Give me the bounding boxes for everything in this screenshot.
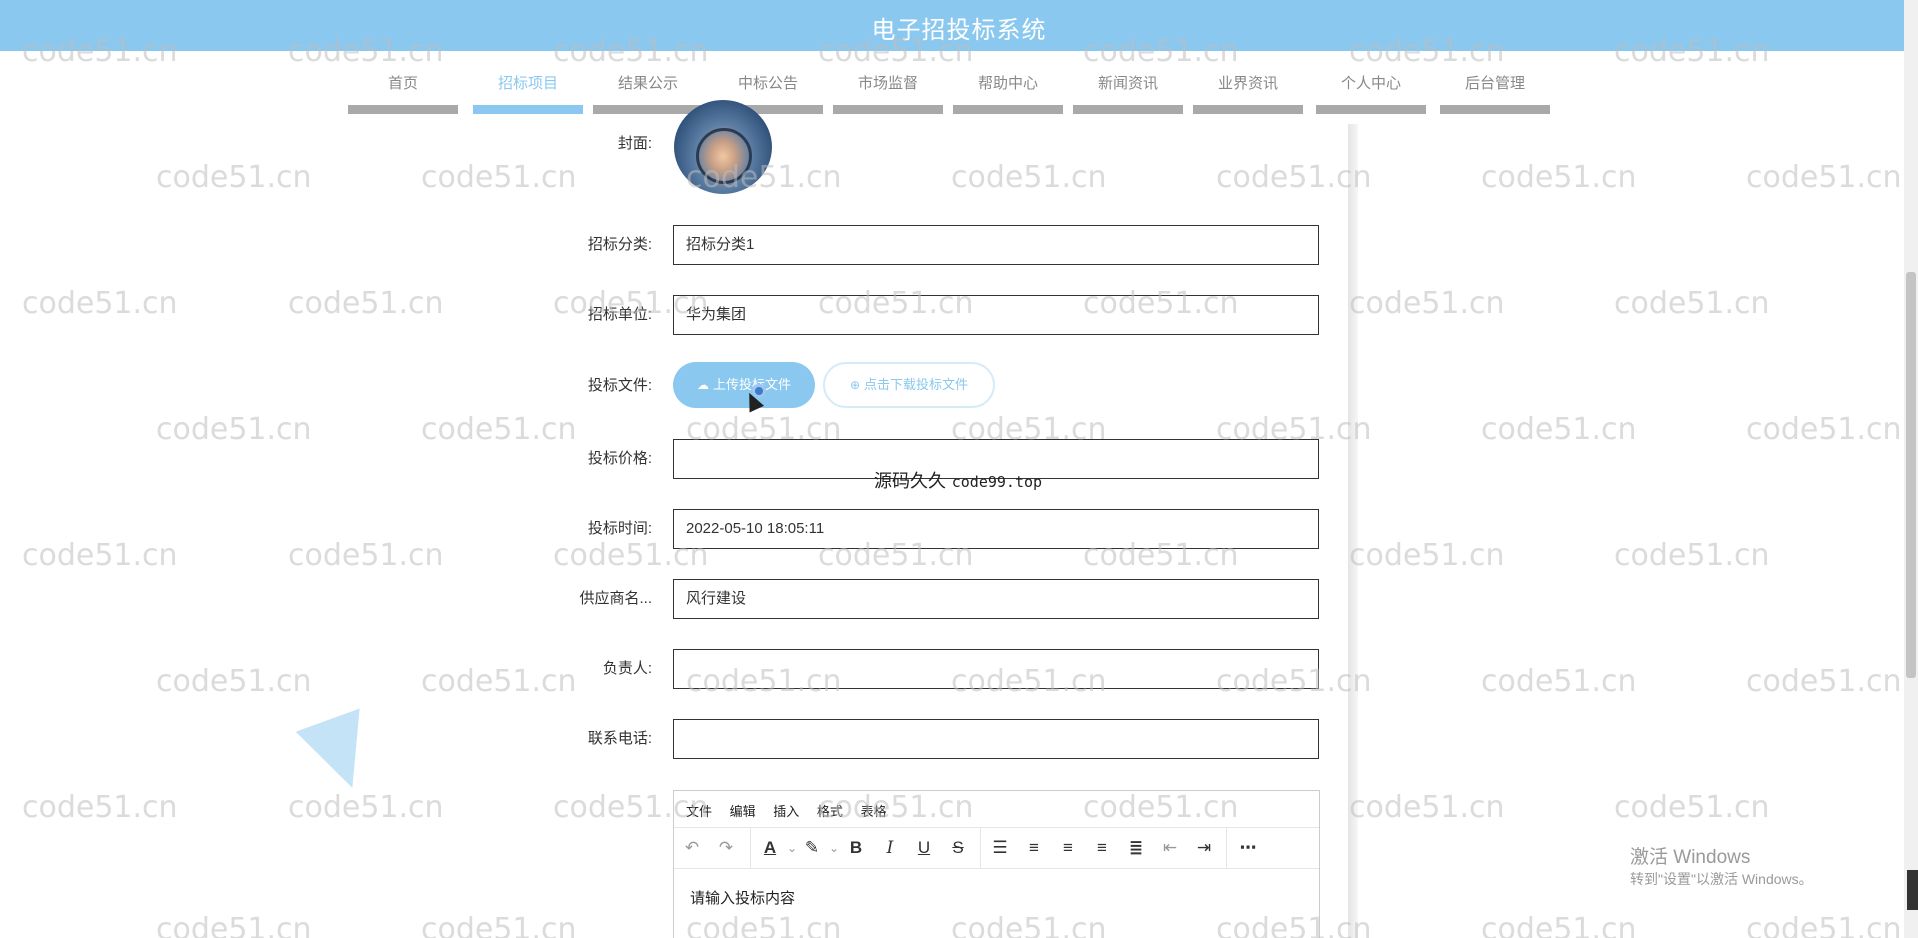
watermark: code51.cn bbox=[1746, 912, 1902, 938]
app-title: 电子招投标系统 bbox=[871, 17, 1047, 44]
text-color-icon[interactable]: A bbox=[758, 836, 782, 860]
editor-menu-table[interactable]: 表格 bbox=[861, 804, 887, 819]
form-row-bid-file: 投标文件: ☁ 上传投标文件 ⊕ 点击下载投标文件 bbox=[540, 362, 1320, 408]
editor-menu-format[interactable]: 格式 bbox=[817, 804, 843, 819]
editor-content[interactable]: 请输入投标内容 bbox=[690, 887, 795, 908]
nav-item-bid-projects[interactable]: 招标项目 bbox=[473, 72, 583, 114]
nav-item-market-supervision[interactable]: 市场监督 bbox=[833, 72, 943, 114]
indent-icon[interactable]: ⇥ bbox=[1192, 836, 1216, 860]
form-row-unit: 招标单位: 华为集团 bbox=[540, 295, 1320, 335]
editor-menu-file[interactable]: 文件 bbox=[686, 804, 712, 819]
watermark: code51.cn bbox=[156, 912, 312, 938]
form-row-phone: 联系电话: bbox=[540, 719, 1320, 759]
form-row-cover: 封面: bbox=[540, 124, 1320, 164]
watermark: code51.cn bbox=[951, 160, 1107, 195]
overlay-caption: 源码久久 code99.top bbox=[874, 471, 1043, 492]
more-icon[interactable]: ⋯ bbox=[1236, 836, 1260, 860]
category-field[interactable]: 招标分类1 bbox=[673, 225, 1319, 265]
download-bid-file-button[interactable]: ⊕ 点击下载投标文件 bbox=[823, 362, 995, 408]
nav-item-personal-center[interactable]: 个人中心 bbox=[1316, 72, 1426, 114]
watermark: code51.cn bbox=[421, 160, 577, 195]
watermark: code51.cn bbox=[1746, 412, 1902, 447]
panel-divider bbox=[1348, 124, 1358, 938]
watermark: code51.cn bbox=[1746, 664, 1902, 699]
price-label: 投标价格: bbox=[587, 450, 652, 467]
outdent-icon[interactable]: ⇤ bbox=[1158, 836, 1182, 860]
watermark: code51.cn bbox=[22, 790, 178, 825]
watermark: code51.cn bbox=[1614, 286, 1770, 321]
italic-icon[interactable]: I bbox=[878, 836, 902, 860]
editor-menu-edit[interactable]: 编辑 bbox=[730, 804, 756, 819]
watermark: code51.cn bbox=[288, 286, 444, 321]
cover-image[interactable] bbox=[674, 100, 772, 194]
form-row-category: 招标分类: 招标分类1 bbox=[540, 225, 1320, 265]
watermark: code51.cn bbox=[421, 912, 577, 938]
form-row-owner: 负责人: bbox=[540, 649, 1320, 689]
watermark: code51.cn bbox=[1349, 790, 1505, 825]
watermark: code51.cn bbox=[1614, 538, 1770, 573]
download-icon: ⊕ bbox=[849, 378, 861, 392]
list-icon[interactable]: ☰ bbox=[988, 836, 1012, 860]
supplier-label: 供应商名... bbox=[579, 590, 652, 607]
owner-label: 负责人: bbox=[602, 660, 652, 677]
strikethrough-icon[interactable]: S bbox=[946, 836, 970, 860]
align-center-icon[interactable]: ≡ bbox=[1056, 836, 1080, 860]
editor-menu-insert[interactable]: 插入 bbox=[773, 804, 799, 819]
supplier-field[interactable]: 风行建设 bbox=[673, 579, 1319, 619]
bold-icon[interactable]: B bbox=[844, 836, 868, 860]
windows-activation-subtitle: 转到"设置"以激活 Windows。 bbox=[1630, 871, 1813, 887]
watermark: code51.cn bbox=[1349, 538, 1505, 573]
watermark: code51.cn bbox=[1614, 790, 1770, 825]
time-field[interactable]: 2022-05-10 18:05:11 bbox=[673, 509, 1319, 549]
editor-menubar: 文件 编辑 插入 格式 表格 bbox=[686, 801, 901, 821]
scrollbar-thumb[interactable] bbox=[1906, 272, 1916, 678]
cover-label: 封面: bbox=[617, 135, 652, 152]
watermark: code51.cn bbox=[1481, 912, 1637, 938]
underline-icon[interactable]: U bbox=[912, 836, 936, 860]
form-row-supplier: 供应商名... 风行建设 bbox=[540, 579, 1320, 619]
owner-field[interactable] bbox=[673, 649, 1319, 689]
align-left-icon[interactable]: ≡ bbox=[1022, 836, 1046, 860]
watermark: code51.cn bbox=[1481, 664, 1637, 699]
justify-icon[interactable]: ≣ bbox=[1124, 836, 1148, 860]
nav-item-home[interactable]: 首页 bbox=[348, 72, 458, 114]
nav-item-admin[interactable]: 后台管理 bbox=[1440, 72, 1550, 114]
decorative-triangle bbox=[295, 708, 385, 800]
windows-activation-title: 激活 Windows bbox=[1630, 847, 1751, 868]
watermark: code51.cn bbox=[288, 790, 444, 825]
watermark: code51.cn bbox=[288, 538, 444, 573]
header-bar: 电子招投标系统 bbox=[0, 0, 1918, 51]
watermark: code51.cn bbox=[156, 160, 312, 195]
redo-icon[interactable]: ↷ bbox=[714, 836, 738, 860]
phone-field[interactable] bbox=[673, 719, 1319, 759]
unit-field[interactable]: 华为集团 bbox=[673, 295, 1319, 335]
category-label: 招标分类: bbox=[587, 236, 652, 253]
align-right-icon[interactable]: ≡ bbox=[1090, 836, 1114, 860]
nav-item-news[interactable]: 新闻资讯 bbox=[1073, 72, 1183, 114]
highlight-icon[interactable]: ✎ bbox=[800, 836, 824, 860]
watermark: code51.cn bbox=[1349, 286, 1505, 321]
editor-toolbar: ↶ ↷ A ⌄ ✎ ⌄ B I U S ☰ ≡ ≡ ≡ ≣ ⇤ ⇥ ⋯ bbox=[674, 827, 1319, 869]
rich-text-editor: 文件 编辑 插入 格式 表格 ↶ ↷ A ⌄ ✎ ⌄ B I U S ☰ ≡ ≡… bbox=[673, 790, 1320, 938]
watermark: code51.cn bbox=[22, 538, 178, 573]
unit-label: 招标单位: bbox=[587, 306, 652, 323]
nav-item-help[interactable]: 帮助中心 bbox=[953, 72, 1063, 114]
watermark: code51.cn bbox=[1746, 160, 1902, 195]
phone-label: 联系电话: bbox=[587, 730, 652, 747]
nav-item-results[interactable]: 结果公示 bbox=[593, 72, 703, 114]
chevron-down-icon[interactable]: ⌄ bbox=[822, 836, 846, 860]
watermark: code51.cn bbox=[156, 412, 312, 447]
watermark: code51.cn bbox=[1481, 160, 1637, 195]
cloud-upload-icon: ☁ bbox=[696, 378, 709, 392]
watermark: code51.cn bbox=[156, 664, 312, 699]
time-label: 投标时间: bbox=[587, 520, 652, 537]
undo-icon[interactable]: ↶ bbox=[680, 836, 704, 860]
watermark: code51.cn bbox=[22, 286, 178, 321]
watermark: code51.cn bbox=[1481, 412, 1637, 447]
nav-item-industry-news[interactable]: 业界资讯 bbox=[1193, 72, 1303, 114]
scrollbar-marker bbox=[1907, 870, 1918, 910]
form-row-time: 投标时间: 2022-05-10 18:05:11 bbox=[540, 509, 1320, 549]
bid-file-label: 投标文件: bbox=[587, 377, 652, 394]
